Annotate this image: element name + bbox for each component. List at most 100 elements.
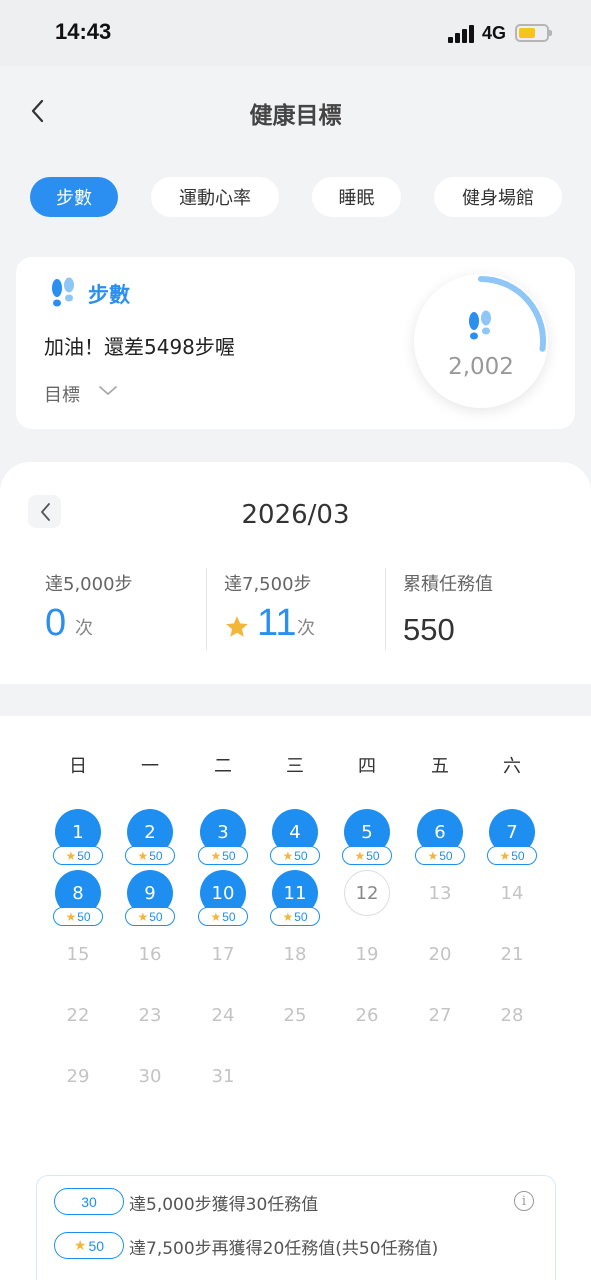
tab-steps[interactable]: 步數 xyxy=(30,177,118,217)
calendar-day[interactable]: 25 xyxy=(272,992,318,1038)
stat-7500-steps: 達7,500步 11 次 xyxy=(224,568,374,650)
legend-text: 達5,000步獲得30任務值 xyxy=(129,1195,319,1215)
star-icon: ★ xyxy=(354,848,366,863)
battery-icon xyxy=(515,24,552,42)
reward-badge: ★ 50 xyxy=(125,846,175,865)
calendar-day[interactable]: 23 xyxy=(127,992,173,1038)
tab-sleep[interactable]: 睡眠 xyxy=(312,177,401,217)
signal-icon xyxy=(448,25,476,43)
reward-badge: ★ 50 xyxy=(125,907,175,926)
weekday-header: 一 xyxy=(141,756,159,777)
weekday-header: 五 xyxy=(431,756,449,777)
reward-value: 50 xyxy=(294,909,308,924)
calendar-day[interactable]: 27 xyxy=(417,992,463,1038)
star-icon: ★ xyxy=(427,848,439,863)
star-icon: ★ xyxy=(137,909,149,924)
star-icon: ★ xyxy=(499,848,511,863)
star-icon: ★ xyxy=(210,909,222,924)
steps-summary-card[interactable]: 步數 加油！還差5498步喔 目標 2,002 xyxy=(16,257,575,429)
calendar-day[interactable]: 13 xyxy=(417,870,463,916)
stat-label: 累積任務值 xyxy=(403,574,493,595)
reward-badge: ★ 50 xyxy=(198,846,248,865)
calendar-day[interactable]: 21 xyxy=(489,931,535,977)
reward-badge: ★ 50 xyxy=(270,846,320,865)
stat-label: 達7,500步 xyxy=(224,574,312,595)
status-time: 14:43 xyxy=(55,19,112,44)
reward-value: 50 xyxy=(149,909,163,924)
star-icon: ★ xyxy=(282,909,294,924)
reward-value: 50 xyxy=(77,909,91,924)
stat-unit: 次 xyxy=(75,618,93,639)
reward-badge: ★ 50 xyxy=(415,846,465,865)
network-type: 4G xyxy=(482,23,507,43)
goal-dropdown-label[interactable]: 目標 xyxy=(44,381,80,407)
steps-progress-ring: 2,002 xyxy=(414,274,548,408)
weekday-header: 四 xyxy=(358,756,376,777)
star-icon: ★ xyxy=(65,909,77,924)
reward-badge: ★ 50 xyxy=(270,907,320,926)
stat-value: 11 xyxy=(257,602,297,644)
calendar-day[interactable]: 12 xyxy=(344,870,390,916)
pill-label: 50 xyxy=(88,1237,105,1254)
reward-value: 50 xyxy=(439,848,453,863)
stat-task-points: 累積任務值 550 xyxy=(403,568,563,650)
status-bar: 14:43 4G xyxy=(0,0,591,66)
month-label: 2026/03 xyxy=(241,500,350,530)
card-title: 步數 xyxy=(88,283,130,307)
category-tabs: 步數 運動心率 睡眠 健身場館 xyxy=(30,177,562,217)
star-icon: ★ xyxy=(137,848,149,863)
reward-value: 50 xyxy=(149,848,163,863)
reward-value: 50 xyxy=(366,848,380,863)
weekday-header: 六 xyxy=(503,756,521,777)
reward-badge: ★ 50 xyxy=(342,846,392,865)
calendar-day[interactable]: 15 xyxy=(55,931,101,977)
weekday-header: 三 xyxy=(286,756,304,777)
legend-text: 達7,500步再獲得20任務值(共50任務值) xyxy=(129,1239,439,1259)
tab-gym[interactable]: 健身場館 xyxy=(434,177,562,217)
calendar-day[interactable]: 18 xyxy=(272,931,318,977)
stat-label: 達5,000步 xyxy=(45,574,133,595)
calendar-day[interactable]: 24 xyxy=(200,992,246,1038)
reward-legend: 30 達5,000步獲得30任務值 ★ 50 達7,500步再獲得20任務值(共5… xyxy=(36,1175,556,1280)
current-steps: 2,002 xyxy=(448,354,514,380)
divider xyxy=(385,568,386,650)
remaining-steps-message: 加油！還差5498步喔 xyxy=(44,335,235,359)
stat-value: 550 xyxy=(403,612,455,647)
reward-pill-50: ★ 50 xyxy=(54,1232,124,1259)
reward-badge: ★ 50 xyxy=(487,846,537,865)
calendar-day[interactable]: 17 xyxy=(200,931,246,977)
calendar-day[interactable]: 16 xyxy=(127,931,173,977)
stat-value: 0 xyxy=(45,602,67,644)
pill-label: 30 xyxy=(81,1193,97,1210)
calendar-day[interactable]: 19 xyxy=(344,931,390,977)
star-icon: ★ xyxy=(282,848,294,863)
reward-value: 50 xyxy=(222,909,236,924)
footsteps-icon xyxy=(52,277,74,307)
star-icon: ★ xyxy=(65,848,77,863)
footsteps-icon xyxy=(469,310,491,340)
calendar-day[interactable]: 29 xyxy=(55,1053,101,1099)
divider xyxy=(206,568,207,650)
chevron-down-icon[interactable] xyxy=(98,384,118,398)
reward-value: 50 xyxy=(294,848,308,863)
tab-heart-rate[interactable]: 運動心率 xyxy=(151,177,279,217)
reward-badge: ★ 50 xyxy=(198,907,248,926)
calendar-day[interactable]: 20 xyxy=(417,931,463,977)
reward-badge: ★ 50 xyxy=(53,846,103,865)
calendar-day[interactable]: 28 xyxy=(489,992,535,1038)
weekday-header: 二 xyxy=(214,756,232,777)
star-icon: ★ xyxy=(73,1237,87,1253)
calendar-day[interactable]: 30 xyxy=(127,1053,173,1099)
calendar-day[interactable]: 31 xyxy=(200,1053,246,1099)
calendar-day[interactable]: 26 xyxy=(344,992,390,1038)
stat-5000-steps: 達5,000步 0 次 xyxy=(45,568,195,650)
star-icon: ★ xyxy=(210,848,222,863)
monthly-stats-panel: 2026/03 達5,000步 0 次 達7,500步 11 次 累積任務值 5… xyxy=(0,462,591,684)
calendar-day[interactable]: 14 xyxy=(489,870,535,916)
calendar-day[interactable]: 22 xyxy=(55,992,101,1038)
reward-badge: ★ 50 xyxy=(53,907,103,926)
reward-value: 50 xyxy=(77,848,91,863)
reward-value: 50 xyxy=(222,848,236,863)
info-icon[interactable]: i xyxy=(514,1191,534,1211)
page-title: 健康目標 xyxy=(249,103,342,129)
